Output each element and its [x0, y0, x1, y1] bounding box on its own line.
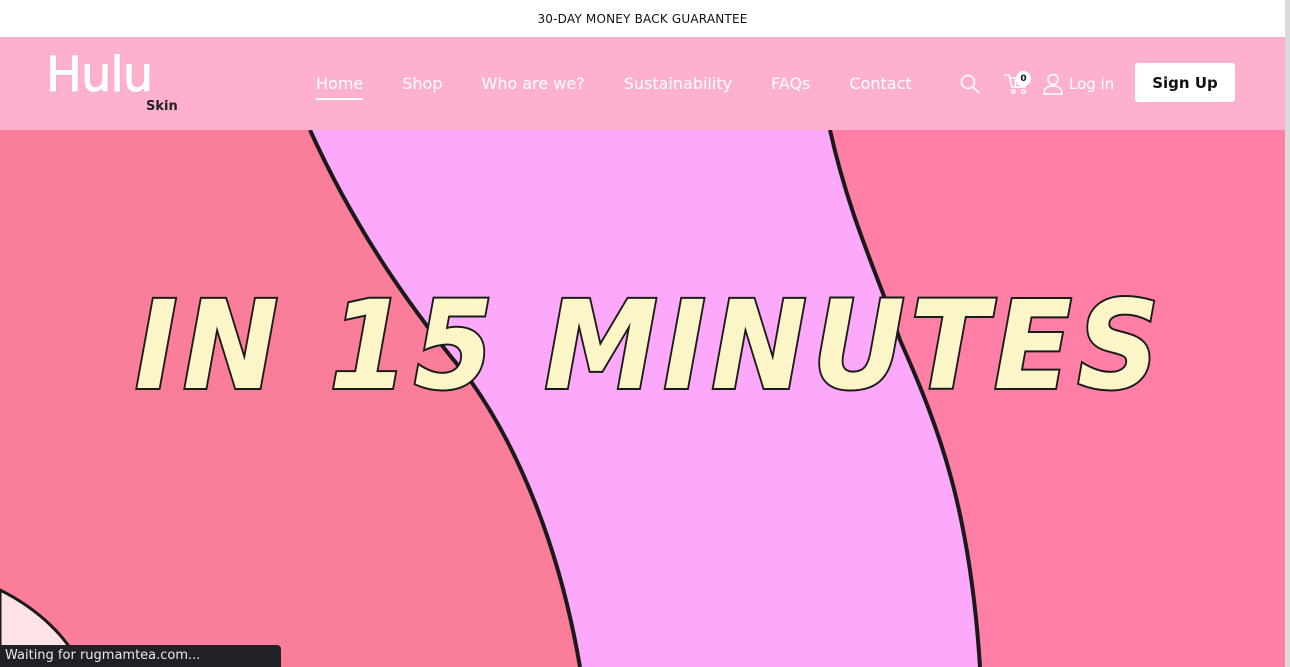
nav-item-sustainability[interactable]: Sustainability — [624, 74, 732, 93]
hero-banner: IN 15 MINUTES — [0, 130, 1285, 667]
user-icon — [1043, 73, 1063, 95]
nav-item-faqs[interactable]: FAQs — [771, 74, 810, 93]
nav-item-home[interactable]: Home — [316, 74, 364, 100]
cart-count-badge: 0 — [1016, 71, 1031, 86]
nav-item-contact[interactable]: Contact — [849, 74, 911, 93]
logo[interactable]: Hulu Skin — [45, 47, 186, 119]
search-icon — [960, 74, 980, 93]
hero-headline: IN 15 MINUTES — [135, 275, 1165, 417]
login-label: Log in — [1069, 74, 1115, 93]
cart-button[interactable]: 0 — [999, 37, 1035, 130]
nav-item-shop[interactable]: Shop — [402, 74, 442, 93]
page-scrollbar[interactable] — [1285, 0, 1290, 667]
announcement-bar: 30-DAY MONEY BACK GUARANTEE — [0, 0, 1285, 37]
login-button[interactable]: Log in — [1043, 37, 1114, 130]
hero-artwork: IN 15 MINUTES — [0, 130, 1285, 667]
scrollbar-thumb[interactable] — [1285, 0, 1290, 667]
search-button[interactable] — [958, 37, 982, 130]
main-nav: Home Shop Who are we? Sustainability FAQ… — [316, 37, 951, 130]
nav-item-who-are-we[interactable]: Who are we? — [482, 74, 585, 93]
signup-button[interactable]: Sign Up — [1135, 63, 1235, 102]
site-header: Hulu Skin Home Shop Who are we? Sustaina… — [0, 37, 1285, 130]
logo-main-text: Hulu — [45, 47, 153, 103]
announcement-text: 30-DAY MONEY BACK GUARANTEE — [537, 11, 748, 26]
page: 30-DAY MONEY BACK GUARANTEE Hulu Skin Ho… — [0, 0, 1290, 667]
browser-status-bar: Waiting for rugmamtea.com... — [0, 645, 281, 667]
logo-sub-text: Skin — [146, 99, 178, 114]
